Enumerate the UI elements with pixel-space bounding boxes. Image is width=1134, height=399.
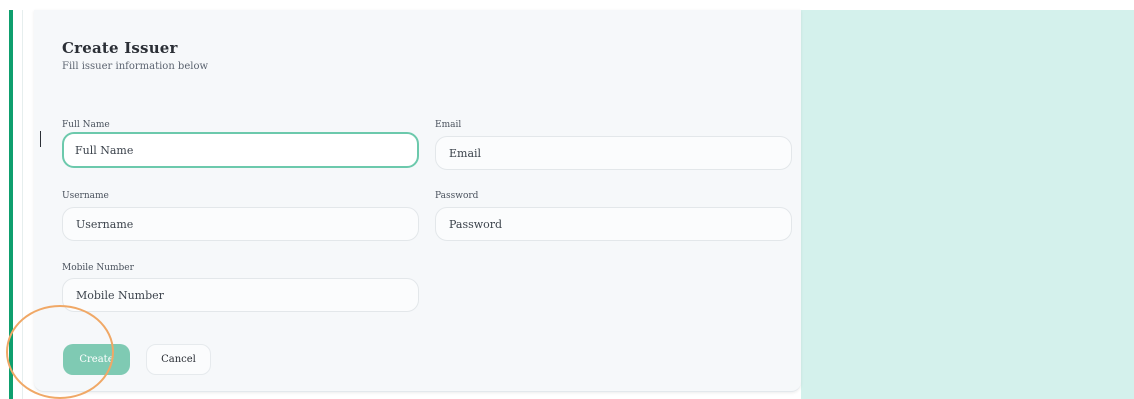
create-issuer-card: Create Issuer Fill issuer information be… bbox=[34, 10, 801, 392]
password-label: Password bbox=[435, 191, 479, 201]
left-accent-bar bbox=[9, 10, 13, 399]
right-panel bbox=[801, 10, 1134, 399]
text-cursor bbox=[40, 131, 41, 147]
email-input[interactable] bbox=[435, 136, 792, 170]
form-subtitle: Fill issuer information below bbox=[62, 61, 209, 72]
page: Create Issuer Fill issuer information be… bbox=[0, 0, 1134, 399]
form-title: Create Issuer bbox=[62, 39, 178, 57]
username-label: Username bbox=[62, 191, 109, 201]
full-name-input[interactable] bbox=[62, 132, 419, 168]
create-button[interactable]: Create bbox=[63, 344, 130, 375]
mobile-number-label: Mobile Number bbox=[62, 263, 134, 273]
password-input[interactable] bbox=[435, 207, 792, 241]
full-name-label: Full Name bbox=[62, 120, 110, 130]
email-label: Email bbox=[435, 120, 462, 130]
cancel-button[interactable]: Cancel bbox=[146, 344, 211, 375]
divider bbox=[22, 10, 23, 399]
username-input[interactable] bbox=[62, 207, 419, 241]
mobile-number-input[interactable] bbox=[62, 278, 419, 312]
